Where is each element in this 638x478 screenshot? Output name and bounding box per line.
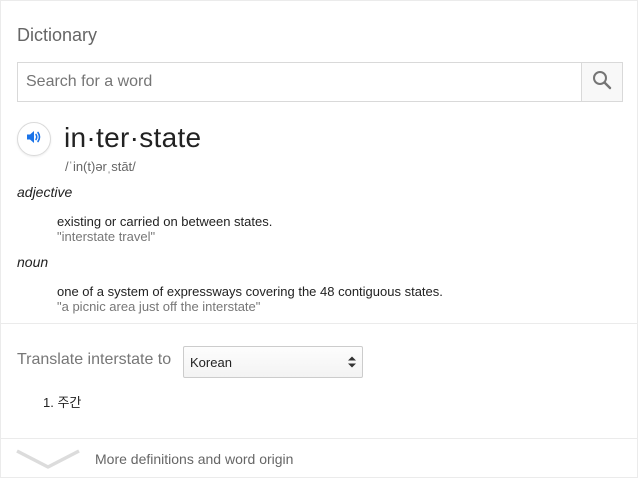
search-input[interactable] bbox=[18, 63, 581, 101]
translation-result: 1. 주간 bbox=[43, 395, 82, 410]
speaker-icon bbox=[25, 128, 43, 151]
dictionary-card: Dictionary in·ter·state /ˈin(t)ərˌstāt/ … bbox=[0, 0, 638, 478]
select-arrows-icon bbox=[347, 355, 357, 374]
search-button[interactable] bbox=[581, 63, 622, 101]
search-icon bbox=[592, 70, 612, 95]
example-sentence: "a picnic area just off the interstate" bbox=[57, 299, 261, 314]
headword: in·ter·state bbox=[64, 122, 202, 153]
chevron-down-icon bbox=[15, 447, 81, 476]
part-of-speech: noun bbox=[17, 254, 49, 270]
translate-label: Translate interstate to bbox=[17, 351, 172, 368]
language-select[interactable]: Korean bbox=[183, 346, 363, 378]
card-title: Dictionary bbox=[17, 25, 98, 45]
section-divider bbox=[1, 323, 637, 324]
more-definitions-label: More definitions and word origin bbox=[95, 451, 294, 467]
pronunciation-button[interactable] bbox=[17, 122, 51, 156]
phonetic-spelling: /ˈin(t)ərˌstāt/ bbox=[65, 159, 136, 174]
definition: one of a system of expressways covering … bbox=[57, 284, 443, 299]
more-definitions-button[interactable]: More definitions and word origin bbox=[1, 439, 637, 477]
definition: existing or carried on between states. bbox=[57, 214, 273, 229]
search-box bbox=[17, 62, 623, 102]
example-sentence: "interstate travel" bbox=[57, 229, 156, 244]
part-of-speech: adjective bbox=[17, 184, 73, 200]
language-select-value: Korean bbox=[190, 355, 232, 370]
